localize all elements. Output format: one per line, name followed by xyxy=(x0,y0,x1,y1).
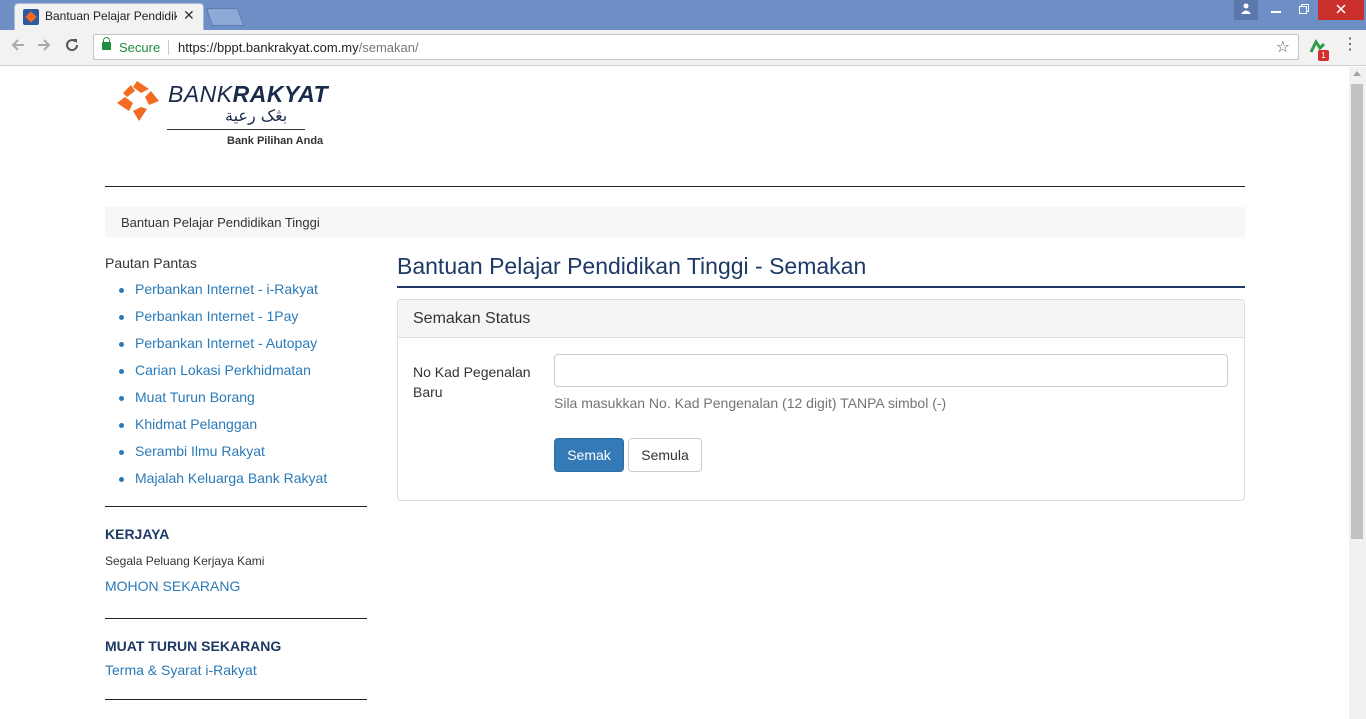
address-bar[interactable]: Secure https://bppt.bankrakyat.com.my/se… xyxy=(93,34,1299,60)
logo-divider xyxy=(167,129,305,130)
panel-title: Semakan Status xyxy=(398,300,1244,338)
list-item: Carian Lokasi Perkhidmatan xyxy=(119,362,367,389)
omnibox-divider xyxy=(168,40,169,55)
back-arrow-icon[interactable] xyxy=(10,37,26,53)
quick-link-i-rakyat[interactable]: Perbankan Internet - i-Rakyat xyxy=(135,281,318,297)
extension-badge: 1 xyxy=(1318,50,1329,61)
logo-jawi-text: بڠک رعية xyxy=(225,106,288,125)
career-text: Segala Peluang Kerjaya Kami xyxy=(105,554,265,568)
logo-wordmark: BANKRAKYAT xyxy=(168,81,328,108)
list-item: Perbankan Internet - Autopay xyxy=(119,335,367,362)
logo-bank-text: BANK xyxy=(168,81,233,107)
logo-rakyat-text: RAKYAT xyxy=(232,81,329,107)
bank-rakyat-emblem-icon xyxy=(117,81,159,121)
secure-label: Secure xyxy=(119,40,161,55)
bookmark-star-icon[interactable]: ☆ xyxy=(1276,37,1290,57)
logo-tagline: Bank Pilihan Anda xyxy=(227,135,324,147)
ic-number-input[interactable] xyxy=(554,354,1228,387)
download-heading: MUAT TURUN SEKARANG xyxy=(105,638,282,654)
quick-link-majalah[interactable]: Majalah Keluarga Bank Rakyat xyxy=(135,470,327,486)
list-item: Muat Turun Borang xyxy=(119,389,367,416)
apply-now-link[interactable]: MOHON SEKARANG xyxy=(105,578,367,594)
reload-icon[interactable] xyxy=(64,37,80,53)
breadcrumb-item[interactable]: Bantuan Pelajar Pendidikan Tinggi xyxy=(121,215,320,230)
reset-button[interactable]: Semula xyxy=(628,438,702,472)
restore-icon[interactable] xyxy=(1290,0,1318,20)
tab-close-icon[interactable]: ✕ xyxy=(183,7,195,24)
quick-link-serambi-ilmu[interactable]: Serambi Ilmu Rakyat xyxy=(135,443,265,459)
sidebar-divider xyxy=(105,699,367,700)
breadcrumb: Bantuan Pelajar Pendidikan Tinggi xyxy=(105,207,1245,237)
tab-title: Bantuan Pelajar Pendidikan Tinggi xyxy=(45,9,177,23)
browser-menu-icon[interactable]: ⋮ xyxy=(1342,37,1358,53)
quick-links-list: Perbankan Internet - i-Rakyat Perbankan … xyxy=(105,281,367,497)
web-page: BANKRAKYAT بڠک رعية Bank Pilihan Anda Ba… xyxy=(0,67,1349,719)
quick-links-title: Pautan Pantas xyxy=(105,255,197,271)
status-check-panel: Semakan Status No Kad Pegenalan Baru Sil… xyxy=(397,299,1245,501)
url-path: /semakan/ xyxy=(358,40,419,55)
quick-link-download-forms[interactable]: Muat Turun Borang xyxy=(135,389,255,405)
browser-toolbar: Secure https://bppt.bankrakyat.com.my/se… xyxy=(0,30,1366,66)
scroll-up-arrow-icon[interactable] xyxy=(1353,71,1361,76)
profile-icon[interactable] xyxy=(1234,0,1258,20)
quick-link-branch-locator[interactable]: Carian Lokasi Perkhidmatan xyxy=(135,362,311,378)
bank-rakyat-logo[interactable]: BANKRAKYAT بڠک رعية Bank Pilihan Anda xyxy=(115,79,345,154)
list-item: Khidmat Pelanggan xyxy=(119,416,367,443)
download-section: MUAT TURUN SEKARANG Terma & Syarat i-Rak… xyxy=(105,619,367,699)
header-divider xyxy=(105,186,1245,187)
check-button[interactable]: Semak xyxy=(554,438,624,472)
new-tab-button[interactable] xyxy=(205,8,245,26)
browser-titlebar: Bantuan Pelajar Pendidikan Tinggi ✕ xyxy=(0,0,1366,30)
list-item: Perbankan Internet - 1Pay xyxy=(119,308,367,335)
quick-link-customer-service[interactable]: Khidmat Pelanggan xyxy=(135,416,257,432)
close-window-icon[interactable] xyxy=(1318,0,1364,20)
lock-icon xyxy=(102,37,111,50)
url-base: https://bppt.bankrakyat.com.my xyxy=(178,40,359,55)
ic-number-help-text: Sila masukkan No. Kad Pengenalan (12 dig… xyxy=(554,395,947,411)
main-content: Bantuan Pelajar Pendidikan Tinggi - Sema… xyxy=(397,253,1245,501)
quick-link-1pay[interactable]: Perbankan Internet - 1Pay xyxy=(135,308,298,324)
list-item: Perbankan Internet - i-Rakyat xyxy=(119,281,367,308)
sidebar: Pautan Pantas Perbankan Internet - i-Rak… xyxy=(105,255,367,700)
terms-link[interactable]: Terma & Syarat i-Rakyat xyxy=(105,662,367,678)
scroll-thumb[interactable] xyxy=(1351,84,1363,539)
url-text[interactable]: https://bppt.bankrakyat.com.my/semakan/ xyxy=(178,40,419,55)
list-item: Serambi Ilmu Rakyat xyxy=(119,443,367,470)
ic-number-label: No Kad Pegenalan Baru xyxy=(413,364,531,400)
forward-arrow-icon[interactable] xyxy=(36,37,52,53)
browser-tab[interactable]: Bantuan Pelajar Pendidikan Tinggi ✕ xyxy=(14,3,204,30)
page-title: Bantuan Pelajar Pendidikan Tinggi - Sema… xyxy=(397,253,1245,288)
minimize-icon[interactable] xyxy=(1262,0,1290,20)
career-section: KERJAYA Segala Peluang Kerjaya Kami MOHO… xyxy=(105,507,367,618)
vertical-scrollbar[interactable] xyxy=(1349,67,1366,719)
quick-link-autopay[interactable]: Perbankan Internet - Autopay xyxy=(135,335,317,351)
list-item: Majalah Keluarga Bank Rakyat xyxy=(119,470,367,497)
career-heading: KERJAYA xyxy=(105,526,170,542)
bankrakyat-favicon-icon xyxy=(23,9,39,25)
